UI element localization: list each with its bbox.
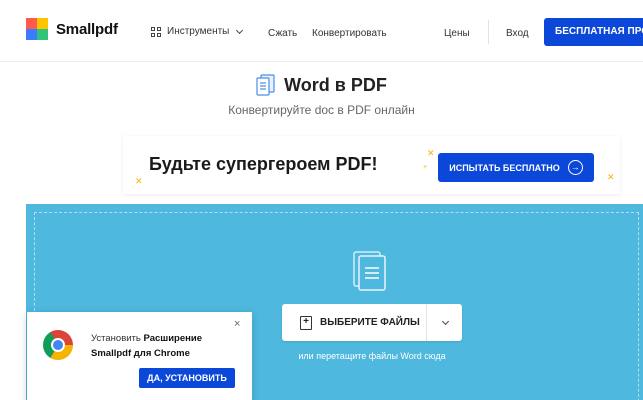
nav-compress[interactable]: Сжать	[268, 28, 297, 39]
chrome-popup-extension: Расширение	[143, 333, 202, 344]
word-doc-icon	[256, 74, 275, 96]
choose-files-button[interactable]: + ВЫБЕРИТЕ ФАЙЛЫ	[282, 304, 462, 341]
nav-login[interactable]: Вход	[506, 28, 529, 39]
sparkle-icon: ✕	[135, 176, 143, 186]
logo-link[interactable]: Smallpdf	[26, 18, 118, 40]
chevron-down-icon	[441, 317, 450, 325]
page-title: Word в PDF	[284, 74, 387, 95]
free-trial-button[interactable]: БЕСПЛАТНАЯ ПРОБ	[544, 18, 643, 46]
page-subtitle: Конвертируйте doc в PDF онлайн	[228, 103, 415, 117]
grid-icon	[151, 26, 161, 37]
chrome-extension-popup: Установить Расширение Smallpdf для Chrom…	[27, 312, 252, 400]
page-heading: Word в PDF	[0, 74, 643, 96]
chrome-popup-prefix: Установить	[91, 333, 141, 344]
nav-pricing[interactable]: Цены	[444, 28, 470, 39]
top-navigation: Smallpdf Инструменты Сжать Конвертироват…	[0, 0, 643, 62]
arrow-right-circle-icon: →	[567, 160, 583, 175]
sparkle-icon: +	[423, 164, 428, 171]
sparkle-icon: ✕	[607, 172, 615, 182]
chevron-down-icon	[236, 26, 244, 34]
promo-headline: Будьте супергероем PDF!	[149, 154, 378, 174]
nav-divider	[488, 20, 489, 44]
sparkle-icon: ✕	[427, 148, 435, 158]
source-dropdown-toggle[interactable]	[427, 304, 462, 341]
add-file-icon: +	[300, 315, 312, 330]
try-free-button[interactable]: ИСПЫТАТЬ БЕСПЛАТНО →	[438, 153, 594, 182]
tools-menu[interactable]: Инструменты	[151, 26, 244, 37]
drag-hint: или перетащите файлы Word сюда	[298, 351, 446, 361]
chrome-popup-text: Установить Расширение Smallpdf для Chrom…	[91, 331, 202, 361]
promo-banner: Будьте супергероем PDF! ✕ ✕ + ✕ ИСПЫТАТЬ…	[123, 136, 620, 194]
choose-files-main[interactable]: + ВЫБЕРИТЕ ФАЙЛЫ	[282, 304, 426, 341]
choose-files-label: ВЫБЕРИТЕ ФАЙЛЫ	[320, 317, 420, 328]
try-free-label: ИСПЫТАТЬ БЕСПЛАТНО	[449, 162, 560, 173]
tools-menu-label: Инструменты	[167, 26, 230, 37]
close-icon[interactable]: ×	[234, 318, 240, 330]
nav-convert[interactable]: Конвертировать	[312, 28, 387, 39]
files-icon	[353, 251, 386, 291]
install-extension-button[interactable]: ДА, УСТАНОВИТЬ	[139, 368, 235, 388]
chrome-icon	[43, 330, 73, 360]
smallpdf-logo-icon	[26, 18, 48, 40]
chrome-popup-product: Smallpdf для Chrome	[91, 348, 190, 359]
logo-text: Smallpdf	[56, 20, 118, 38]
